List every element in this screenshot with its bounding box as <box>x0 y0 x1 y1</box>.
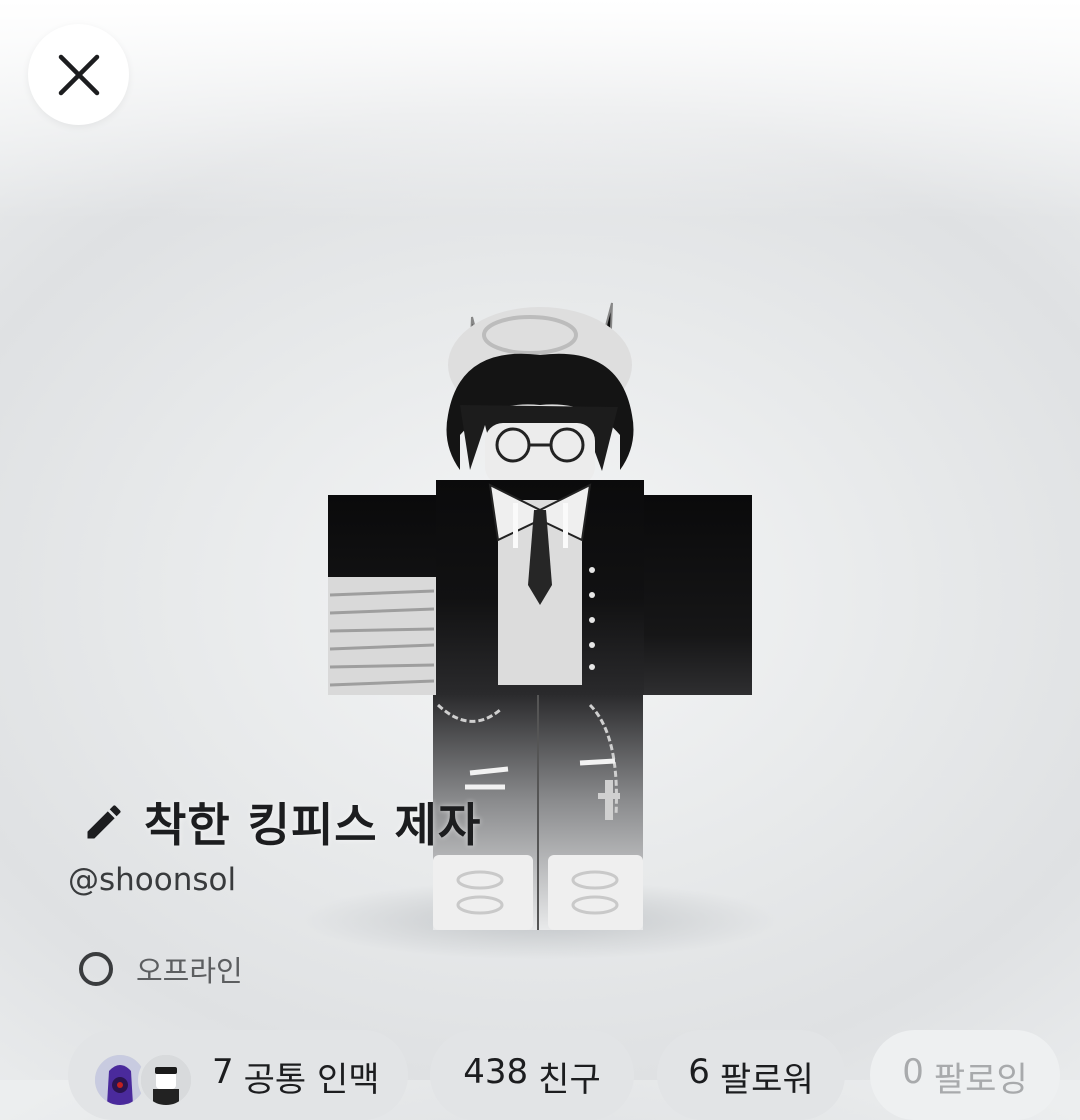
friends-button[interactable]: 438 친구 <box>430 1030 634 1120</box>
top-fade <box>0 0 1080 220</box>
following-count: 0 <box>902 1052 924 1092</box>
following-button[interactable]: 0 팔로잉 <box>870 1030 1060 1120</box>
followers-count: 6 <box>688 1052 710 1092</box>
mutual-count: 7 <box>212 1052 234 1092</box>
mutual-connections-button[interactable]: 7 공통 인맥 <box>68 1030 408 1120</box>
pencil-icon[interactable] <box>82 800 126 844</box>
close-icon <box>58 54 99 95</box>
following-label: 팔로잉 <box>933 1060 1028 1100</box>
mutual-label: 공통 인맥 <box>243 1060 380 1100</box>
display-name: 착한 킹피스 제자 <box>144 798 482 852</box>
close-button[interactable] <box>28 24 129 125</box>
followers-label: 팔로워 <box>719 1060 814 1100</box>
offline-circle-icon <box>79 952 113 986</box>
friends-label: 친구 <box>538 1060 601 1100</box>
mutual-avatar-2 <box>138 1052 194 1108</box>
friends-count: 438 <box>463 1052 529 1092</box>
followers-button[interactable]: 6 팔로워 <box>657 1030 845 1120</box>
username: @shoonsol <box>68 862 237 898</box>
display-name-row: 착한 킹피스 제자 <box>82 790 481 854</box>
status-text: 오프라인 <box>136 954 243 988</box>
presence-status: 오프라인 <box>78 946 243 992</box>
